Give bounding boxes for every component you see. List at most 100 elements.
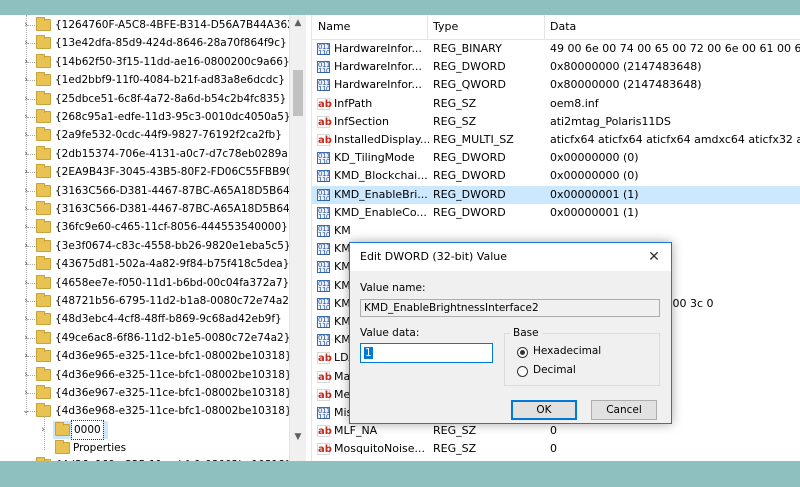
folder-icon: [36, 201, 51, 215]
list-row[interactable]: 011 110 HardwareInfor... REG_QWORD 0x800000…: [312, 76, 800, 94]
value-type-cell: REG_DWORD: [433, 187, 506, 201]
dialog-title: Edit DWORD (32-bit) Value: [360, 250, 508, 263]
chevron-right-icon[interactable]: ›: [21, 237, 31, 255]
value-type-cell: REG_SZ: [433, 96, 477, 110]
tree-item-selected[interactable]: › 0000: [0, 419, 289, 440]
chevron-right-icon[interactable]: ›: [21, 163, 31, 181]
chevron-right-icon[interactable]: ›: [21, 456, 31, 461]
list-row-selected[interactable]: 011 110 KMD_EnableBri... REG_DWORD 0x000000…: [312, 185, 800, 204]
tree-item[interactable]: › {2EA9B43F-3045-43B5-80F2-FD06C55FBB90}: [0, 163, 289, 181]
chevron-right-icon[interactable]: ›: [21, 347, 31, 365]
value-name-cell: InfPath: [334, 96, 373, 110]
tree-item[interactable]: › {2a9fe532-0cdc-44f9-9827-76192f2ca2fb}: [0, 126, 289, 144]
value-data-cell: aticfx64 aticfx64 aticfx64 amdxc64 aticf…: [550, 133, 800, 146]
tree-item[interactable]: Properties: [0, 439, 289, 457]
tree-item[interactable]: › {3163C566-D381-4467-87BC-A65A18D5B648}: [0, 182, 289, 200]
value-data-cell: ati2mtag_Polaris11DS: [550, 114, 671, 128]
column-header-type[interactable]: Type: [433, 20, 458, 33]
tree-item[interactable]: › {1264760F-A5C8-4BFE-B314-D56A7B44A362}: [0, 16, 289, 34]
tree-item[interactable]: › {3163C566-D381-4467-87BC-A65A18D5B649}: [0, 200, 289, 218]
registry-key-tree[interactable]: › {1264760F-A5C8-4BFE-B314-D56A7B44A362} ›…: [0, 15, 289, 461]
list-row[interactable]: 011 110 HardwareInfor... REG_DWORD 0x800000…: [312, 58, 800, 76]
decimal-radio[interactable]: [517, 366, 528, 377]
dialog-title-bar: Edit DWORD (32-bit) Value ✕: [350, 243, 671, 271]
value-data-input[interactable]: 1: [360, 343, 493, 363]
chevron-right-icon[interactable]: ›: [21, 53, 31, 71]
chevron-right-icon[interactable]: ›: [21, 16, 31, 34]
value-name-field: KMD_EnableBrightnessInterface2: [360, 299, 660, 317]
chevron-right-icon[interactable]: ›: [21, 182, 31, 200]
chevron-right-icon[interactable]: ›: [21, 292, 31, 310]
list-row[interactable]: ab InfSection REG_SZ ati2mtag_Polaris11DS: [312, 113, 800, 131]
value-data-cell: 0x80000000 (2147483648): [550, 78, 702, 92]
chevron-right-icon[interactable]: ›: [21, 34, 31, 52]
binary-value-icon: 011 110: [317, 297, 330, 312]
list-row[interactable]: 011 110 KMD_Blockchai... REG_DWORD 0x000000…: [312, 167, 800, 185]
binary-value-icon: 011 110: [317, 43, 330, 57]
tree-item[interactable]: › {4d36e969-e325-11ce-bfc1-08002be10318}: [0, 456, 289, 461]
scroll-thumb[interactable]: [293, 70, 303, 116]
decimal-label[interactable]: Decimal: [533, 364, 576, 376]
tree-scrollbar[interactable]: ▲ ▼: [289, 15, 306, 461]
list-row[interactable]: ab MosquitoNoise... REG_SZ 0: [312, 440, 800, 458]
tree-item[interactable]: › {4d36e965-e325-11ce-bfc1-08002be10318}: [0, 347, 289, 365]
list-row[interactable]: ab MLF_NA REG_SZ 0: [312, 422, 800, 440]
list-row[interactable]: 011 110 HardwareInfor... REG_BINARY 49 00 6…: [312, 40, 800, 58]
list-row[interactable]: ab InstalledDisplay... REG_MULTI_SZ aticfx6…: [312, 131, 800, 149]
tree-item[interactable]: › {43675d81-502a-4a82-9f84-b75f418c5dea}: [0, 255, 289, 273]
folder-icon: [36, 456, 51, 461]
binary-value-icon: 011 110: [317, 316, 330, 330]
tree-item[interactable]: › {48d3ebc4-4cf8-48ff-b869-9c68ad42eb9f}: [0, 310, 289, 328]
chevron-right-icon[interactable]: ›: [21, 329, 31, 347]
list-row[interactable]: ab InfPath REG_SZ oem8.inf: [312, 95, 800, 113]
tree-item[interactable]: › {4d36e967-e325-11ce-bfc1-08002be10318}: [0, 384, 289, 402]
tree-item[interactable]: › {268c95a1-edfe-11d3-95c3-0010dc4050a5}: [0, 108, 289, 126]
chevron-right-icon[interactable]: ›: [21, 126, 31, 144]
tree-item[interactable]: › {49ce6ac8-6f86-11d2-b1e5-0080c72e74a2}: [0, 329, 289, 347]
list-row[interactable]: 011 110 KM: [312, 222, 800, 240]
tree-item[interactable]: › {14b62f50-3f15-11dd-ae16-0800200c9a66}: [0, 53, 289, 71]
column-header-name[interactable]: Name: [318, 20, 350, 33]
hexadecimal-label[interactable]: Hexadecimal: [533, 345, 601, 357]
tree-item[interactable]: › {36fc9e60-c465-11cf-8056-444553540000}: [0, 218, 289, 236]
tree-item[interactable]: › {48721b56-6795-11d2-b1a8-0080c72e74a2}: [0, 292, 289, 310]
scroll-up-icon[interactable]: ▲: [290, 15, 306, 32]
chevron-right-icon[interactable]: ›: [21, 200, 31, 218]
tree-item-label: {4658ee7e-f050-11d1-b6bd-00c04fa372a7}: [55, 276, 289, 289]
value-name-cell: MosquitoNoise...: [334, 442, 426, 456]
chevron-right-icon[interactable]: ›: [21, 71, 31, 89]
binary-value-icon: 011 110: [317, 79, 330, 94]
column-header-data[interactable]: Data: [550, 20, 576, 33]
folder-icon: [36, 293, 51, 307]
chevron-right-icon[interactable]: ›: [21, 255, 31, 273]
binary-value-icon: 011 110: [317, 152, 330, 167]
chevron-right-icon[interactable]: ›: [21, 108, 31, 126]
cancel-button[interactable]: Cancel: [591, 400, 657, 420]
chevron-right-icon[interactable]: ›: [21, 366, 31, 384]
chevron-down-icon[interactable]: ⌄: [21, 402, 31, 420]
chevron-right-icon[interactable]: ›: [21, 218, 31, 236]
tree-item[interactable]: › {1ed2bbf9-11f0-4084-b21f-ad83a8e6dcdc}: [0, 71, 289, 89]
chevron-right-icon[interactable]: ›: [21, 90, 31, 108]
tree-item[interactable]: › {25dbce51-6c8f-4a72-8a6d-b54c2b4fc835}: [0, 90, 289, 108]
folder-icon: [36, 219, 51, 234]
tree-item-label: {1264760F-A5C8-4BFE-B314-D56A7B44A362}: [55, 19, 289, 31]
tree-item-label: {49ce6ac8-6f86-11d2-b1e5-0080c72e74a2}: [55, 331, 289, 344]
chevron-right-icon[interactable]: ›: [21, 310, 31, 328]
tree-item[interactable]: › {13e42dfa-85d9-424d-8646-28a70f864f9c}: [0, 34, 289, 52]
value-name-cell: KD_TilingMode: [334, 151, 415, 165]
hexadecimal-radio[interactable]: [517, 347, 528, 358]
ok-button[interactable]: OK: [511, 400, 577, 420]
tree-item[interactable]: › {4d36e966-e325-11ce-bfc1-08002be10318}: [0, 366, 289, 384]
chevron-right-icon[interactable]: ›: [21, 384, 31, 402]
tree-item[interactable]: › {2db15374-706e-4131-a0c7-d7c78eb0289a}: [0, 145, 289, 163]
scroll-down-icon[interactable]: ▼: [290, 429, 306, 446]
list-row[interactable]: 011 110 KD_TilingMode REG_DWORD 0x00000000 …: [312, 149, 800, 167]
close-icon[interactable]: ✕: [643, 246, 665, 268]
chevron-right-icon[interactable]: ›: [21, 145, 31, 163]
list-row[interactable]: 011 110 KMD_EnableCo... REG_DWORD 0x0000000…: [312, 204, 800, 222]
chevron-right-icon[interactable]: ›: [38, 421, 48, 439]
tree-item[interactable]: › {3e3f0674-c83c-4558-bb26-9820e1eba5c5}: [0, 237, 289, 255]
chevron-right-icon[interactable]: ›: [21, 274, 31, 292]
tree-item[interactable]: › {4658ee7e-f050-11d1-b6bd-00c04fa372a7}: [0, 274, 289, 292]
